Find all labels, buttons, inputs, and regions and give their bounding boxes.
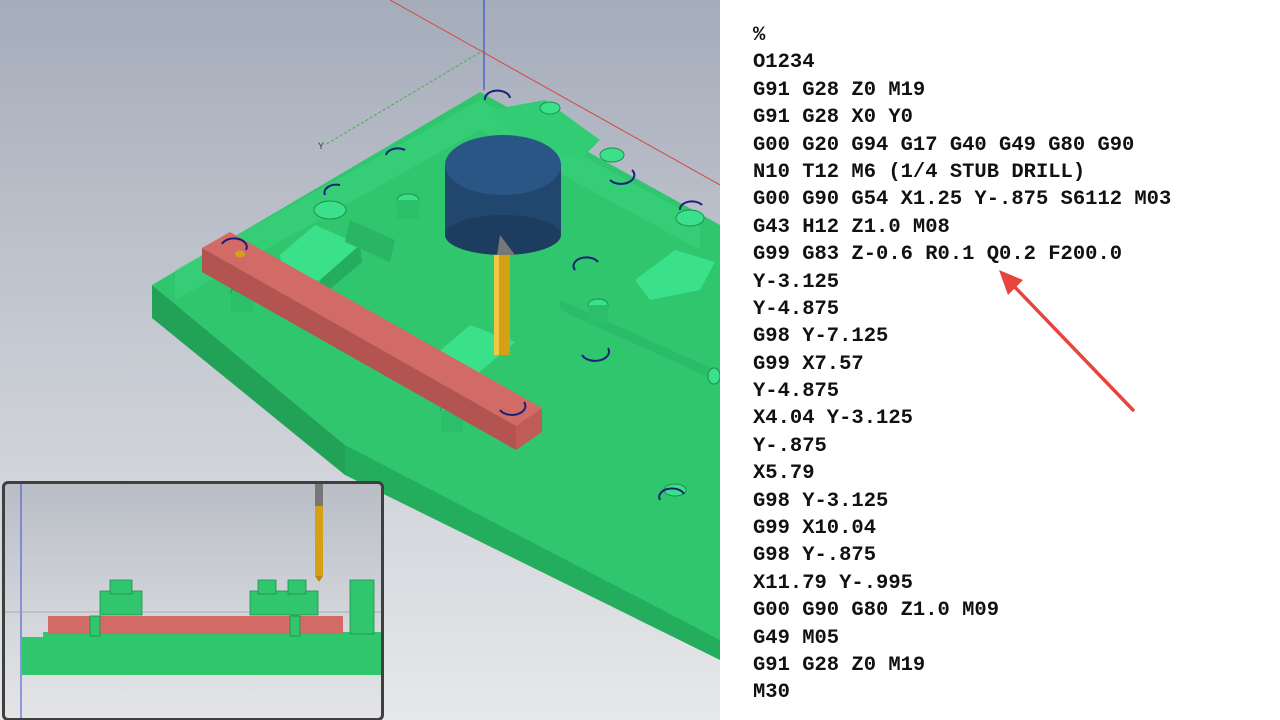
inset-drill — [315, 506, 323, 576]
gcode-line: X4.04 Y-3.125 — [753, 407, 913, 431]
gcode-line: G00 G90 G54 X1.25 Y-.875 S6112 M03 — [753, 188, 1172, 212]
gcode-line: Y-4.875 — [753, 380, 840, 404]
gcode-line: Y-.875 — [753, 434, 827, 458]
gcode-line: O1234 — [753, 51, 815, 75]
gcode-line: G99 X7.57 — [753, 352, 864, 376]
gcode-line: N10 T12 M6 (1/4 STUB DRILL) — [753, 160, 1086, 184]
inset-plate — [22, 637, 381, 675]
gcode-line: Y-3.125 — [753, 270, 840, 294]
gcode-line: G91 G28 X0 Y0 — [753, 106, 913, 130]
inset-chuck — [315, 484, 323, 506]
gcode-line: G49 M05 — [753, 626, 840, 650]
y-axis-label: Y — [318, 141, 324, 151]
gcode-listing: % O1234 G91 G28 Z0 M19 G91 G28 X0 Y0 G00 G20… — [753, 22, 1171, 707]
gcode-line: G98 Y-.875 — [753, 544, 877, 568]
simulation-viewport[interactable]: Y — [0, 0, 720, 720]
gcode-line: G43 H12 Z1.0 M08 — [753, 215, 950, 239]
gcode-line: Y-4.875 — [753, 297, 840, 321]
gcode-line: X11.79 Y-.995 — [753, 571, 913, 595]
side-view-inset[interactable] — [2, 481, 384, 720]
gcode-line: G98 Y-7.125 — [753, 325, 889, 349]
gcode-line: G98 Y-3.125 — [753, 489, 889, 513]
gcode-line: G00 G90 G80 Z1.0 M09 — [753, 599, 1000, 623]
gcode-line: G99 G83 Z-0.6 R0.1 Q0.2 F200.0 — [753, 243, 1123, 267]
gcode-line: M30 — [753, 681, 790, 705]
gcode-line: G91 G28 Z0 M19 — [753, 78, 926, 102]
gcode-line: G99 X10.04 — [753, 517, 877, 541]
gcode-line: G91 G28 Z0 M19 — [753, 653, 926, 677]
side-view-scene — [5, 484, 381, 718]
gcode-line: G00 G20 G94 G17 G40 G49 G80 G90 — [753, 133, 1135, 157]
inset-drill-tip — [315, 576, 323, 582]
gcode-line: % — [753, 24, 766, 47]
gcode-line: X5.79 — [753, 462, 815, 486]
